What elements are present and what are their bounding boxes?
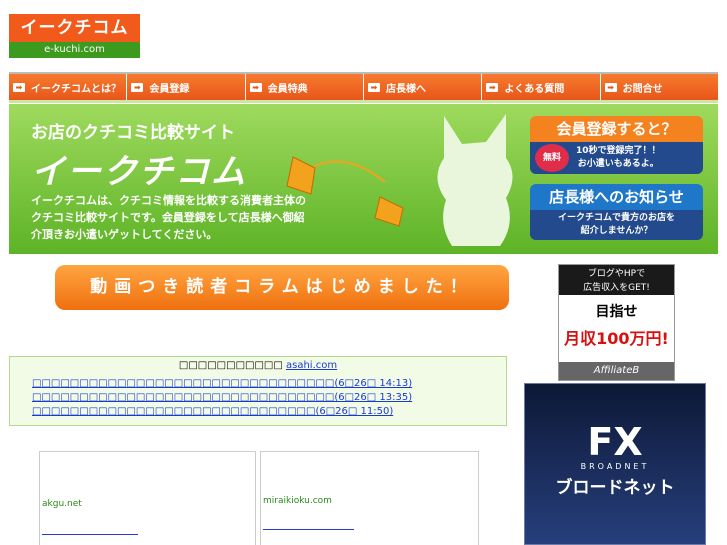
arrow-right-icon: ➡ <box>13 82 25 92</box>
shop-panel-line1: イークチコムで貴方のお店を <box>557 213 675 223</box>
fx-ad-main: FX <box>587 420 643 464</box>
site-card[interactable]: miraikioku.com <box>260 451 479 545</box>
arrow-right-icon: ➡ <box>604 82 617 92</box>
nav-item-benefits[interactable]: ➡ 会員特典 <box>246 74 364 100</box>
nav-bottom-border <box>9 100 718 103</box>
site-card-title: akgu.net <box>42 499 82 509</box>
column-banner[interactable]: 動画つき読者コラムはじめました！ <box>55 265 509 310</box>
site-logo[interactable]: イークチコム e-kuchi.com <box>9 14 140 58</box>
nav-item-label: 店長様へ <box>385 83 426 95</box>
affiliate-ad-top: ブログやHPで 広告収入をGET! <box>559 265 674 295</box>
affiliate-ad-main: 目指せ <box>595 304 638 320</box>
nav-item-shop-owners[interactable]: ➡ 店長様へ <box>364 74 483 100</box>
nav-item-label: 会員特典 <box>267 83 308 95</box>
affiliate-ad-amount: 月収100万円! <box>564 329 669 348</box>
news-item[interactable]: □□□□□□□□□□□□□□□□□□□□□□□□□□□□□□(6□26□ 11:… <box>32 405 506 419</box>
nav-item-contact[interactable]: ➡ お問合せ <box>601 74 718 100</box>
free-badge: 無料 <box>535 144 569 172</box>
affiliate-ad[interactable]: ブログやHPで 広告収入をGET! 目指せ 月収100万円! Affiliate… <box>558 264 675 381</box>
nav-item-faq[interactable]: ➡ よくある質問 <box>482 74 601 100</box>
member-panel-line1: 10秒で登録完了！！ <box>576 146 661 156</box>
news-heading-text: □□□□□□□□□□□ <box>178 360 283 371</box>
arrow-right-icon: ➡ <box>249 82 262 92</box>
news-box: □□□□□□□□□□□ asahi.com □□□□□□□□□□□□□□□□□□… <box>9 356 507 426</box>
banner-title: お店のクチコミ比較サイト <box>31 123 235 143</box>
site-card-link-underline <box>42 534 138 535</box>
logo-main: イークチコム <box>9 14 140 42</box>
arrow-right-icon: ➡ <box>486 82 499 92</box>
fx-broadnet-ad[interactable]: FX BROADNET ブロードネット <box>524 383 706 545</box>
arrow-right-icon: ➡ <box>131 82 144 92</box>
fx-ad-kana: ブロードネット <box>555 478 675 498</box>
nav-item-label: 会員登録 <box>149 83 190 95</box>
banner-description: イークチコムは、クチコミ情報を比較する消費者主体のクチコミ比較サイトです。会員登… <box>31 194 306 241</box>
affiliate-ad-line1: ブログやHPで <box>587 269 646 279</box>
nav-item-label: よくある質問 <box>504 83 565 95</box>
shop-panel-body: イークチコムで貴方のお店を 紹介しませんか？ <box>530 210 703 240</box>
dog-mascot-icon <box>437 114 513 246</box>
fx-ad-sub: BROADNET <box>580 462 650 471</box>
news-heading: □□□□□□□□□□□ asahi.com <box>10 360 506 371</box>
member-panel-body: 無料 10秒で登録完了！！ お小遣いもあるよ。 <box>530 142 703 174</box>
member-panel-heading: 会員登録すると？ <box>530 116 703 142</box>
nav-item-label: お問合せ <box>622 83 663 95</box>
news-list: □□□□□□□□□□□□□□□□□□□□□□□□□□□□□□□□(6□26□ 1… <box>32 377 506 419</box>
affiliate-ad-brand: AffiliateB <box>559 362 674 380</box>
shop-notice-panel[interactable]: 店長様へのお知らせ イークチコムで貴方のお店を 紹介しませんか？ <box>530 184 703 240</box>
arrow-right-icon: ➡ <box>367 82 380 92</box>
nav-item-about[interactable]: ➡ イークチコムとは？ <box>9 74 128 100</box>
member-panel-line2: お小遣いもあるよ。 <box>577 159 659 169</box>
member-register-panel[interactable]: 会員登録すると？ 無料 10秒で登録完了！！ お小遣いもあるよ。 <box>530 116 703 174</box>
news-item[interactable]: □□□□□□□□□□□□□□□□□□□□□□□□□□□□□□□□(6□26□ 1… <box>32 377 506 391</box>
shop-panel-line2: 紹介しませんか？ <box>580 226 653 236</box>
news-source-link[interactable]: asahi.com <box>286 360 337 371</box>
member-panel-text: 10秒で登録完了！！ お小遣いもあるよ。 <box>576 145 661 171</box>
site-card-title: miraikioku.com <box>263 496 332 506</box>
logo-domain: e-kuchi.com <box>9 42 140 58</box>
hero-banner: お店のクチコミ比較サイト イークチコム イークチコムは、クチコミ情報を比較する消… <box>9 104 718 254</box>
affiliate-ad-line2: 広告収入をGET! <box>583 283 650 293</box>
banner-brand: イークチコム <box>31 152 247 192</box>
news-item[interactable]: □□□□□□□□□□□□□□□□□□□□□□□□□□□□□□□□(6□26□ 1… <box>32 391 506 405</box>
shop-panel-heading: 店長様へのお知らせ <box>530 184 703 210</box>
nav-item-label: イークチコムとは？ <box>31 83 121 95</box>
site-card[interactable]: akgu.net <box>39 451 256 545</box>
nav-item-register[interactable]: ➡ 会員登録 <box>127 74 246 100</box>
main-nav: ➡ イークチコムとは？ ➡ 会員登録 ➡ 会員特典 ➡ 店長様へ ➡ よくある質問 ➡ お問… <box>9 74 718 100</box>
site-card-link-underline <box>263 529 354 530</box>
